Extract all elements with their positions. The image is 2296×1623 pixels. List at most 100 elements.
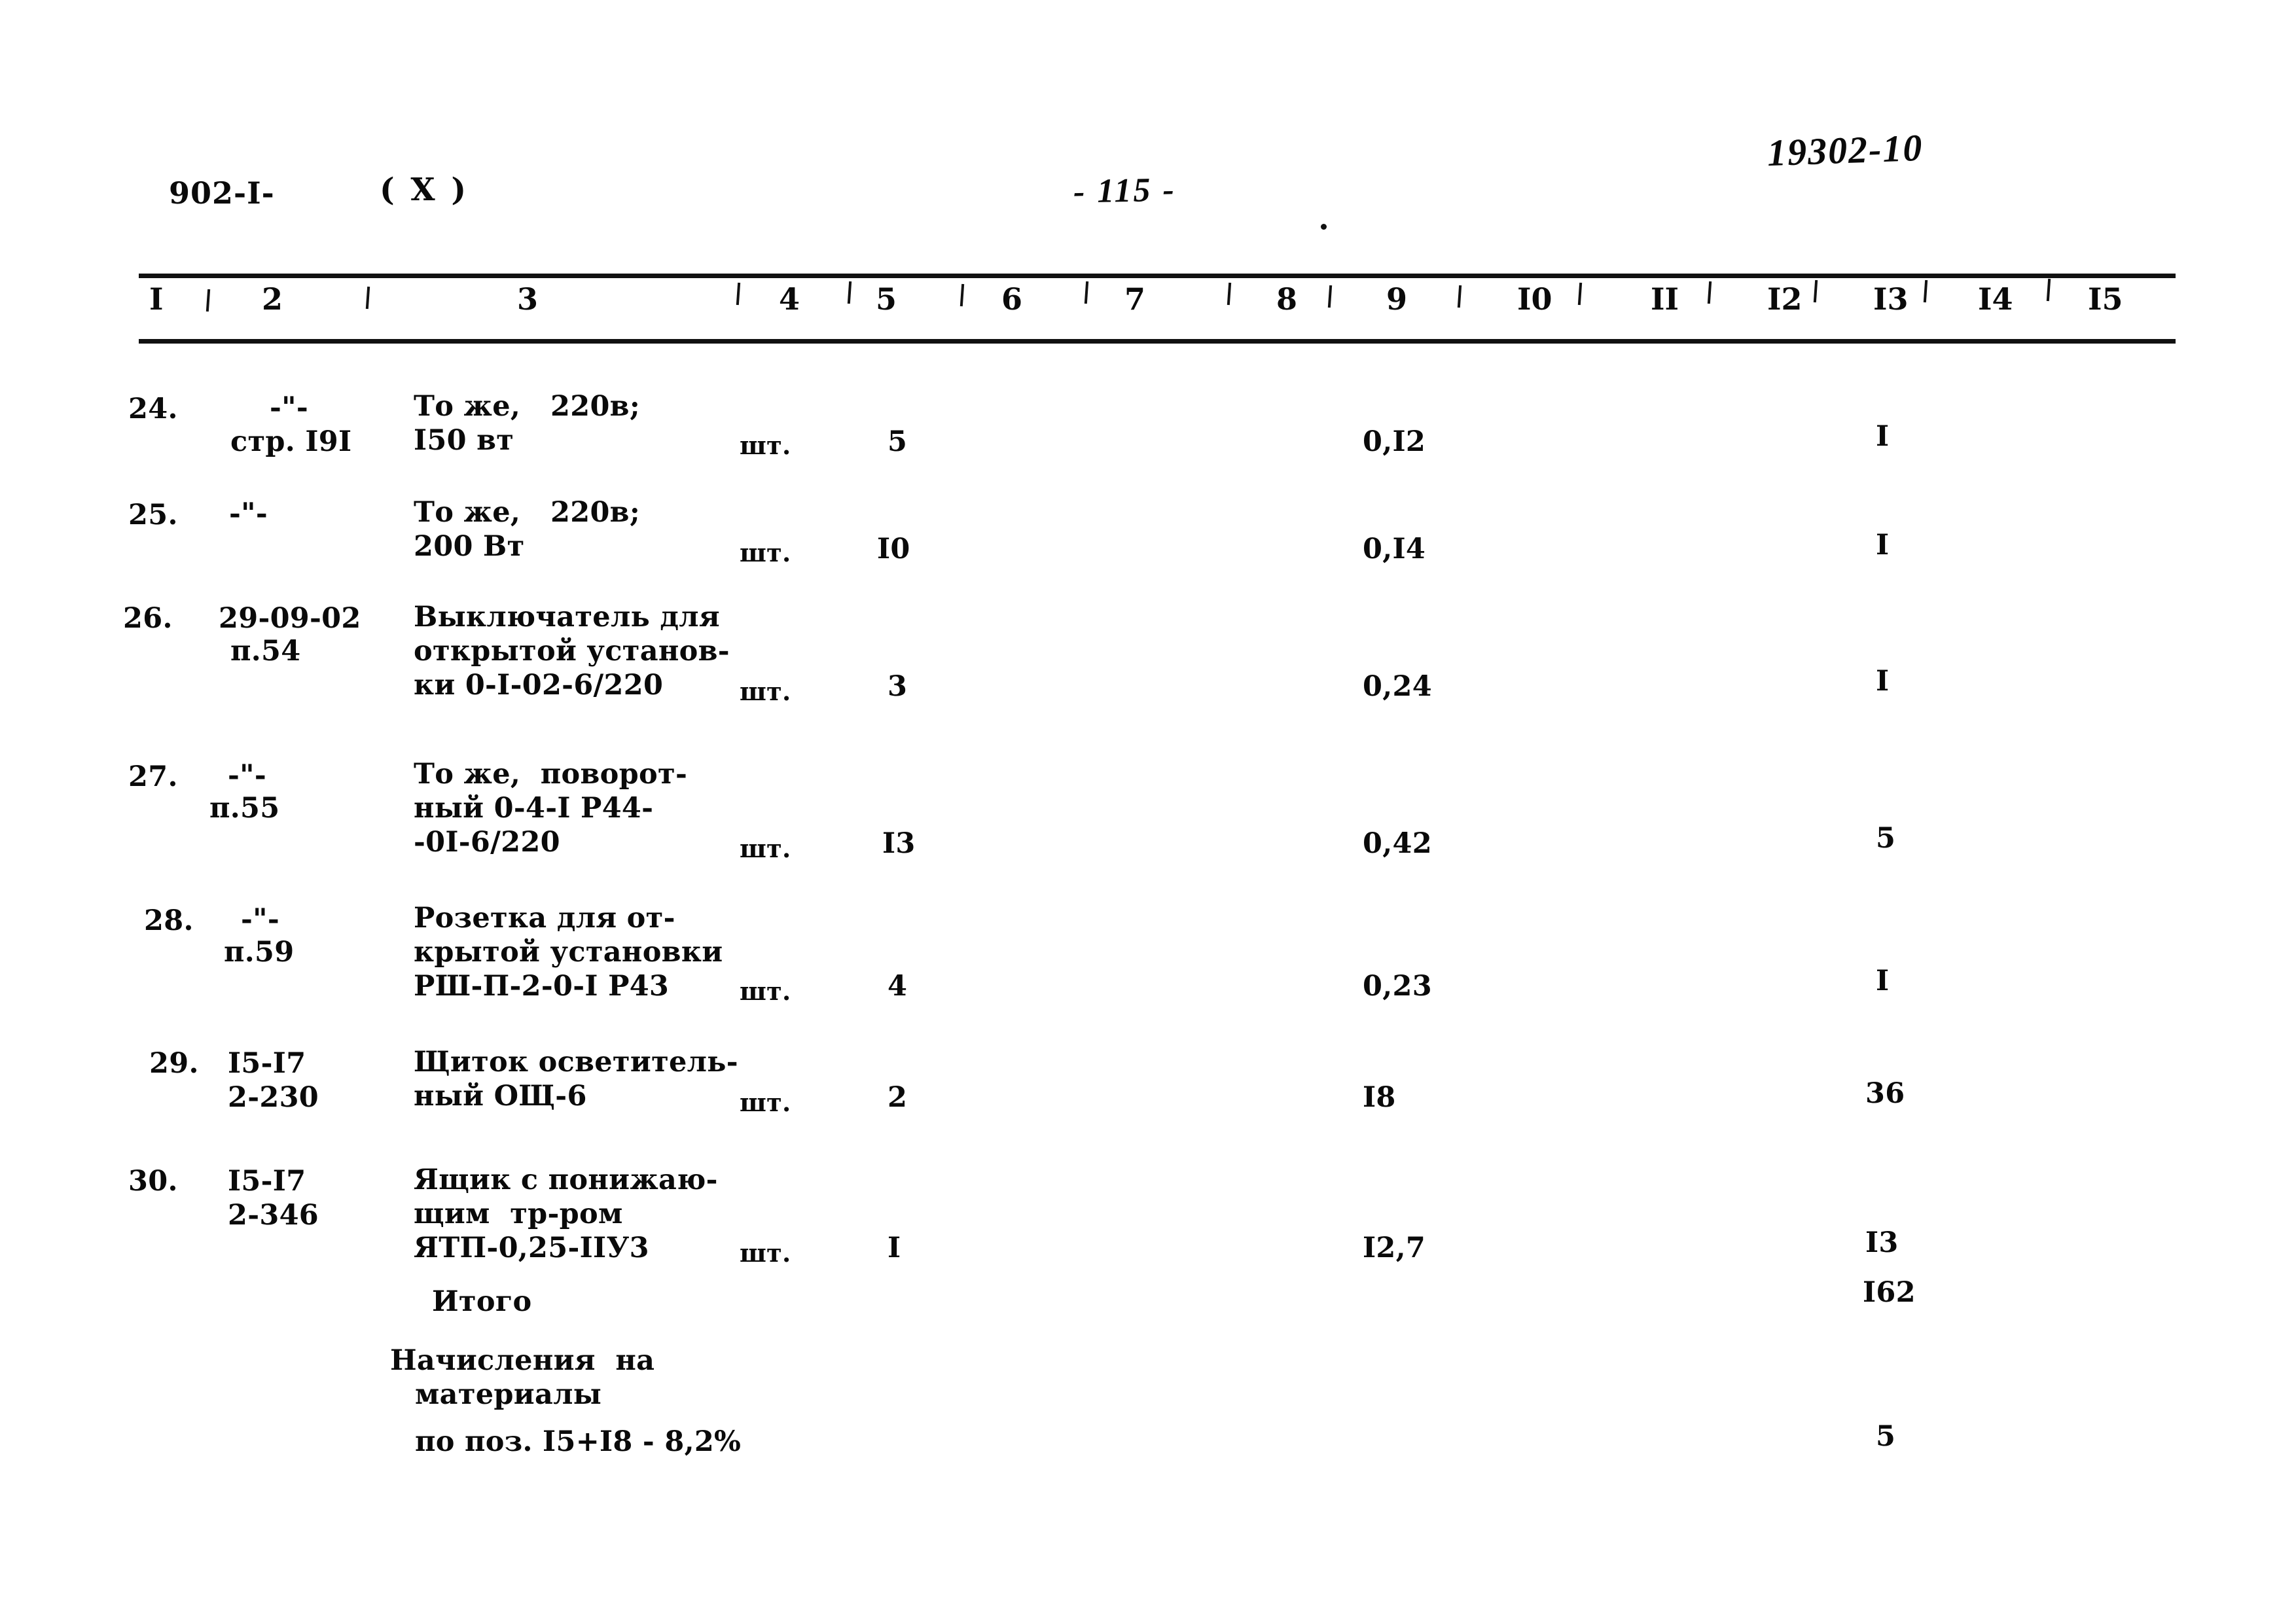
summary-total-value: I62	[1863, 1276, 1916, 1309]
row-code-line-2: п.59	[224, 936, 295, 969]
column-header-15: I5	[2088, 281, 2123, 317]
column-header-3: 3	[517, 281, 539, 317]
row-quantity: I	[888, 1232, 901, 1264]
page-number: - 115 -	[1073, 171, 1177, 211]
row-code-line-1: -"-	[229, 497, 268, 530]
row-code-line-1: I5-I7	[228, 1047, 306, 1080]
summary-surcharge-value: 5	[1876, 1420, 1896, 1453]
row-desc-line-1: То же, поворот-	[414, 758, 688, 791]
row-number: 27.	[128, 760, 178, 793]
summary-total-label: Итого	[432, 1285, 532, 1318]
row-code-line-1: 29-09-02	[219, 602, 361, 635]
column-divider-tick	[1707, 281, 1712, 304]
row-col9-value: 0,I4	[1363, 533, 1426, 565]
column-header-8: 8	[1276, 281, 1298, 317]
row-desc-line-2: ный ОЩ-6	[414, 1080, 587, 1113]
row-unit: шт.	[740, 834, 791, 863]
row-unit: шт.	[740, 1088, 791, 1117]
row-quantity: 4	[888, 970, 908, 1003]
row-desc-line-1: Щиток осветитель-	[414, 1046, 738, 1079]
row-desc-line-2: щим тр-ром	[414, 1198, 623, 1230]
row-code-line-2: п.55	[209, 792, 280, 825]
summary-surcharge-label-line-3: по поз. I5+I8 - 8,2%	[415, 1425, 742, 1458]
row-col13-value: I	[1876, 965, 1890, 997]
column-divider-tick	[1923, 279, 1928, 303]
row-desc-line-3: ки 0-I-02-6/220	[414, 669, 664, 702]
column-divider-tick	[1813, 279, 1818, 303]
summary-surcharge-label-line-1: Начисления на	[390, 1344, 655, 1377]
column-divider-tick	[206, 289, 211, 312]
archive-stamp-number: 19302-10	[1766, 126, 1924, 175]
row-col9-value: 0,24	[1363, 670, 1432, 703]
column-header-1: I	[149, 281, 164, 317]
row-desc-line-1: То же, 220в;	[414, 390, 641, 423]
row-col13-value: I3	[1865, 1226, 1899, 1259]
row-number: 26.	[123, 602, 173, 635]
row-code-line-1: I5-I7	[228, 1165, 306, 1198]
row-code-line-1: -"-	[228, 759, 266, 792]
row-unit: шт.	[740, 677, 791, 706]
row-desc-line-1: Ящик с понижаю-	[414, 1164, 718, 1196]
document-variant-label: ( X )	[380, 171, 469, 208]
row-col9-value: 0,42	[1363, 827, 1432, 860]
row-code-line-2: п.54	[230, 635, 301, 668]
row-desc-line-2: ный 0-4-I Р44-	[414, 792, 654, 825]
document-series-code: 902-I-	[169, 175, 275, 211]
column-header-13: I3	[1873, 281, 1909, 317]
table-top-rule	[139, 274, 2176, 278]
row-code-line-1: -"-	[270, 391, 308, 424]
row-number: 24.	[128, 393, 178, 425]
column-divider-tick	[1227, 282, 1232, 306]
row-code-line-2: стр. I9I	[230, 425, 352, 458]
column-header-12: I2	[1767, 281, 1803, 317]
row-desc-line-3: ЯТП-0,25-IIУ3	[414, 1232, 649, 1264]
column-divider-tick	[365, 286, 370, 310]
row-unit: шт.	[740, 1238, 791, 1268]
summary-surcharge-label-line-2: материалы	[415, 1378, 602, 1411]
row-unit: шт.	[740, 976, 791, 1006]
row-quantity: 5	[888, 425, 908, 458]
column-divider-tick	[1327, 285, 1333, 308]
row-col13-value: I	[1876, 420, 1890, 453]
row-col9-value: I8	[1363, 1081, 1396, 1114]
row-col13-value: I	[1876, 665, 1890, 698]
row-col13-value: I	[1876, 529, 1890, 562]
column-header-6: 6	[1001, 281, 1023, 317]
scanned-document-page: 902-I- ( X ) - 115 - 19302-10 I 2 3 4 5 …	[0, 0, 2296, 1623]
column-divider-tick	[736, 282, 741, 306]
row-desc-line-2: I50 вт	[414, 424, 514, 457]
row-unit: шт.	[740, 431, 791, 460]
column-header-11: II	[1651, 281, 1679, 317]
row-unit: шт.	[740, 538, 791, 567]
row-desc-line-1: Выключатель для	[414, 601, 720, 633]
ink-speck	[1321, 224, 1327, 230]
row-desc-line-2: открытой установ-	[414, 635, 730, 668]
row-desc-line-2: крытой установки	[414, 936, 723, 969]
column-header-14: I4	[1978, 281, 2013, 317]
row-quantity: 3	[888, 670, 908, 703]
row-code-line-1: -"-	[241, 903, 279, 936]
row-desc-line-3: РШ-П-2-0-I Р43	[414, 970, 670, 1003]
column-header-4: 4	[779, 281, 800, 317]
row-code-line-2: 2-346	[228, 1199, 319, 1232]
row-col9-value: I2,7	[1363, 1232, 1426, 1264]
row-number: 29.	[149, 1047, 199, 1080]
column-divider-tick	[960, 283, 965, 307]
column-divider-tick	[1457, 285, 1462, 308]
column-header-7: 7	[1124, 281, 1146, 317]
row-desc-line-2: 200 Вт	[414, 530, 525, 563]
row-col9-value: 0,I2	[1363, 425, 1426, 458]
row-quantity: 2	[888, 1081, 908, 1114]
table-header-bottom-rule	[139, 339, 2176, 344]
row-col9-value: 0,23	[1363, 970, 1432, 1003]
row-quantity: I0	[877, 533, 910, 565]
column-divider-tick	[1577, 282, 1583, 306]
column-header-5: 5	[876, 281, 897, 317]
row-quantity: I3	[882, 827, 916, 860]
column-divider-tick	[847, 281, 852, 304]
row-number: 28.	[144, 904, 194, 937]
row-col13-value: 5	[1876, 822, 1896, 855]
row-desc-line-1: То же, 220в;	[414, 496, 641, 529]
column-divider-tick	[1084, 281, 1089, 304]
row-desc-line-3: -0I-6/220	[414, 826, 560, 859]
